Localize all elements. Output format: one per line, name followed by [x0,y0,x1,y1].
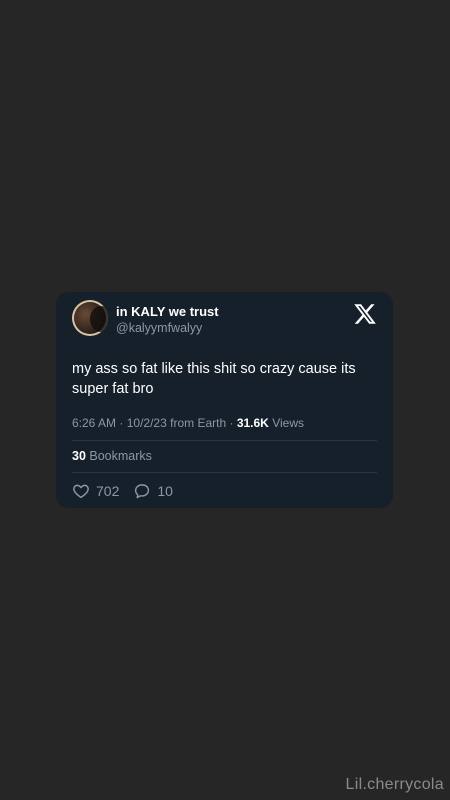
meta-separator: · [119,416,127,430]
display-name[interactable]: in KALY we trust [116,304,219,319]
divider [72,440,377,441]
username-handle[interactable]: @kalyymfwalyy [116,321,202,336]
heart-icon [73,484,89,499]
views-label: Views [272,416,304,430]
tweet-card[interactable]: in KALY we trust @kalyymfwalyy my ass so… [56,292,393,508]
divider [72,472,377,473]
tweet-meta: 6:26 AM · 10/2/23 from Earth · 31.6K Vie… [72,416,304,431]
like-count: 702 [96,483,120,499]
reply-count: 10 [157,483,173,499]
tweet-location: from Earth [170,416,227,430]
reply-icon [135,484,150,499]
bookmarks-label: Bookmarks [89,449,152,463]
like-button[interactable]: 702 [72,482,119,500]
tweet-text: my ass so fat like this shit so crazy ca… [72,361,356,397]
x-logo-icon [354,304,376,324]
meta-separator: · [229,416,237,430]
reply-button[interactable]: 10 [133,482,173,500]
bookmarks-stat[interactable]: 30 Bookmarks [72,449,152,464]
bookmarks-count: 30 [72,449,86,463]
views-count: 31.6K [236,416,269,430]
avatar[interactable] [72,300,108,336]
tweet-date: 10/2/23 [126,416,167,430]
action-bar: 702 10 [72,482,187,500]
avatar-shade [90,306,108,332]
tweet-time: 6:26 AM [72,416,117,430]
watermark-text: Lil.cherrycola [345,776,444,793]
